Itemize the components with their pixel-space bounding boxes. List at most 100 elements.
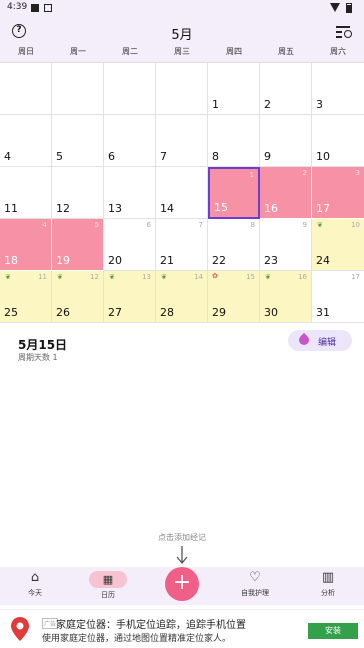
calendar-settings-icon[interactable]	[336, 26, 352, 38]
nav-selfcare[interactable]: ♡ 自我护理	[225, 571, 285, 598]
location-pin-icon	[11, 617, 29, 641]
cycle-day-number: 15	[246, 273, 255, 281]
weekday-label: 周二	[122, 47, 138, 56]
month-title[interactable]: 5月	[0, 24, 364, 43]
day-cell[interactable]: 13	[104, 167, 156, 219]
cycle-day-number: 3	[355, 169, 360, 177]
nav-analysis[interactable]: ▥ 分析	[298, 571, 358, 598]
weekday-label: 周三	[174, 47, 190, 56]
cycle-day-number: 16	[298, 273, 307, 281]
day-cell[interactable]: 22 8	[208, 219, 260, 271]
day-cell[interactable]: 20 6	[104, 219, 156, 271]
day-cell[interactable]: 2	[260, 63, 312, 115]
day-number: 27	[108, 306, 122, 319]
cycle-day-number: 1	[249, 171, 254, 179]
day-cell[interactable]: 3	[312, 63, 364, 115]
day-number: 15	[214, 201, 228, 214]
day-cell[interactable]: 14	[156, 167, 208, 219]
day-cell[interactable]: 23 9	[260, 219, 312, 271]
day-cell	[104, 63, 156, 115]
fertile-icon: ❦	[161, 273, 167, 281]
day-number: 14	[160, 202, 174, 215]
cycle-day-number: 13	[142, 273, 151, 281]
edit-label: 编辑	[318, 338, 337, 348]
day-number: 26	[56, 306, 70, 319]
day-number: 30	[264, 306, 278, 319]
add-button[interactable]: +	[165, 567, 199, 601]
cycle-day-number: 5	[94, 221, 99, 229]
nav-today[interactable]: ⌂ 今天	[5, 571, 65, 598]
day-number: 18	[4, 254, 18, 267]
day-cell[interactable]: 1	[208, 63, 260, 115]
day-cell	[52, 63, 104, 115]
status-time: 4:39	[7, 2, 28, 12]
cycle-day-number: 14	[194, 273, 203, 281]
day-cell[interactable]: 11	[0, 167, 52, 219]
day-number: 11	[4, 202, 18, 215]
day-cell[interactable]: 7	[156, 115, 208, 167]
cycle-day-number: 6	[146, 221, 151, 229]
day-cell[interactable]: 21 7	[156, 219, 208, 271]
ad-banner[interactable]: 广告 家庭定位器：手机定位追踪，追踪手机位置 使用家庭定位器，通过地图位置精准定…	[0, 609, 364, 648]
heart-icon: ♡	[249, 570, 261, 585]
day-cell[interactable]: 30 16 ❦	[260, 271, 312, 323]
day-number: 4	[4, 150, 11, 163]
day-number: 29	[212, 306, 226, 319]
calendar-grid: 1 2 3 4 5 6 7 8 9 10 11 12 13 14 15 1 16 2 17 3 18 4 19 5 20 6 21 7…	[0, 62, 364, 323]
day-cell[interactable]: 27 13 ❦	[104, 271, 156, 323]
ovulation-icon: ✿	[212, 272, 218, 280]
day-number: 7	[160, 150, 167, 163]
day-cell[interactable]: 16 2	[260, 167, 312, 219]
ad-description: 使用家庭定位器，通过地图位置精准定位家人。	[42, 634, 232, 644]
day-cell[interactable]: 18 4	[0, 219, 52, 271]
day-cell[interactable]: 28 14 ❦	[156, 271, 208, 323]
ad-install-button[interactable]: 安装	[308, 623, 358, 639]
fertile-icon: ❦	[57, 273, 63, 281]
battery-icon	[346, 3, 352, 13]
weekday-label: 周四	[226, 47, 242, 56]
day-number: 17	[316, 202, 330, 215]
day-number: 21	[160, 254, 174, 267]
day-cell[interactable]: 10	[312, 115, 364, 167]
status-bar: 4:39	[0, 0, 364, 16]
day-cell[interactable]: 25 11 ❦	[0, 271, 52, 323]
nav-calendar[interactable]: ▦ 日历	[78, 571, 138, 600]
drop-icon	[296, 332, 312, 348]
day-cell[interactable]: 31 17	[312, 271, 364, 323]
day-cell[interactable]: 15 1	[208, 167, 260, 219]
cycle-day-number: 11	[38, 273, 47, 281]
day-number: 20	[108, 254, 122, 267]
cycle-day-number: 8	[250, 221, 255, 229]
fertile-icon: ❦	[317, 221, 323, 229]
day-cell[interactable]: 9	[260, 115, 312, 167]
home-icon: ⌂	[30, 570, 40, 585]
nav-selfcare-label: 自我护理	[241, 589, 269, 597]
day-cell[interactable]: 19 5	[52, 219, 104, 271]
edit-button[interactable]: 编辑	[288, 330, 352, 351]
calendar-icon: ▦	[89, 571, 127, 588]
day-cell[interactable]: 17 3	[312, 167, 364, 219]
day-cell[interactable]: 12	[52, 167, 104, 219]
add-record-hint: 点击添加经记	[158, 533, 206, 542]
day-cell[interactable]: 6	[104, 115, 156, 167]
wifi-icon	[330, 3, 340, 12]
day-cell[interactable]: 8	[208, 115, 260, 167]
day-number: 10	[316, 150, 330, 163]
day-cell[interactable]: 5	[52, 115, 104, 167]
day-number: 13	[108, 202, 122, 215]
notification-icon-2	[44, 4, 52, 12]
arrow-down-icon	[176, 546, 188, 564]
day-number: 16	[264, 202, 278, 215]
weekday-header: 周日 周一 周二 周三 周四 周五 周六	[0, 46, 364, 57]
day-cell[interactable]: 4	[0, 115, 52, 167]
day-cell[interactable]: 24 10 ❦	[312, 219, 364, 271]
day-cell[interactable]: 29 15 ✿	[208, 271, 260, 323]
cycle-day-number: 17	[351, 273, 360, 281]
weekday-label: 周一	[70, 47, 86, 56]
day-number: 6	[108, 150, 115, 163]
day-number: 19	[56, 254, 70, 267]
cycle-day-number: 9	[302, 221, 307, 229]
weekday-label: 周五	[278, 47, 294, 56]
fertile-icon: ❦	[265, 273, 271, 281]
day-cell[interactable]: 26 12 ❦	[52, 271, 104, 323]
